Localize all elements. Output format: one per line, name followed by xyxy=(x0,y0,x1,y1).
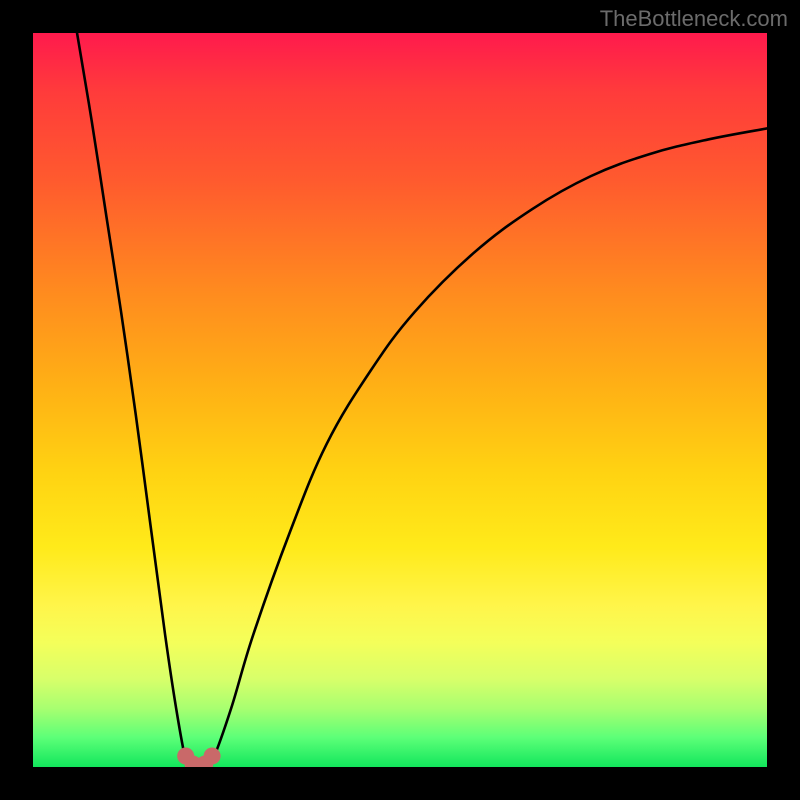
bottleneck-curve xyxy=(77,33,767,767)
chart-svg xyxy=(33,33,767,767)
attribution-text: TheBottleneck.com xyxy=(600,6,788,32)
valley-markers xyxy=(177,747,220,767)
valley-marker xyxy=(204,747,221,764)
chart-frame: TheBottleneck.com xyxy=(0,0,800,800)
plot-area xyxy=(33,33,767,767)
